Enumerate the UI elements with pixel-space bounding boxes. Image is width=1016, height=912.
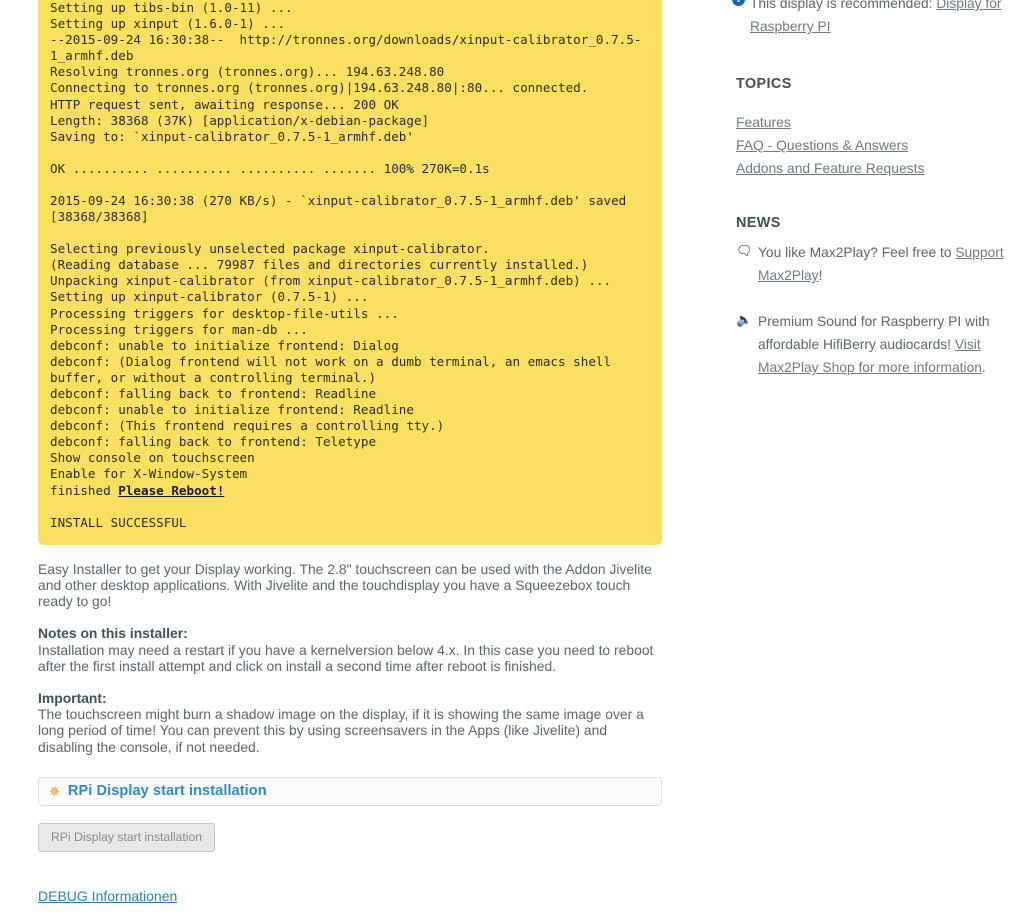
console-line: debconf: unable to initialize frontend: … [50,402,414,418]
news-text-after: ! [818,268,823,283]
topics-heading: TOPICS [736,76,792,92]
console-output: Setting up tibs-bin (1.0-11) ... Setting … [50,0,650,531]
console-line: Enable for X-Window-System [50,466,248,482]
console-line: OK .......... .......... .......... ....… [50,160,490,176]
news-item: 🔈 Premium Sound for Raspberry PI with aff… [736,310,1004,379]
console-line: Connecting to tronnes.org (tronnes.org)|… [50,80,589,96]
right-sidebar: iThis display is recommended: Display fo… [732,0,1004,379]
important-paragraph: The touchscreen might burn a shadow imag… [38,706,644,755]
console-line: debconf: (Dialog frontend will not work … [50,353,619,385]
debug-information-link[interactable]: DEBUG Informationen [38,888,177,904]
topics-list: Features FAQ - Questions & Answers Addon… [736,111,1004,180]
topic-link-faq[interactable]: FAQ - Questions & Answers [736,134,1004,157]
gear-icon: ✵ [49,783,60,799]
console-line: Setting up tibs-bin (1.0-11) ... [50,0,293,15]
console-line: Resolving tronnes.org (tronnes.org)... 1… [50,64,445,80]
news-item: 🗨 You like Max2Play? Feel free to Support… [736,241,1004,287]
display-recommendation-note: iThis display is recommended: Display fo… [732,0,1004,38]
recommendation-text: This display is recommended: [750,0,937,11]
start-installation-button[interactable]: RPi Display start installation [38,822,216,852]
console-line: finished Please Reboot! [50,483,650,499]
topic-link-features[interactable]: Features [736,111,1004,134]
news-text: You like Max2Play? Feel free to [758,245,956,260]
console-line: Show console on touchscreen [50,450,255,466]
console-line: Setting up xinput-calibrator (0.7.5-1) .… [50,289,369,305]
console-line: Processing triggers for man-db ... [50,321,308,337]
console-line: HTTP request sent, awaiting response... … [50,96,399,112]
info-icon: i [732,0,745,6]
main-content-column: Setting up tibs-bin (1.0-11) ... Setting … [38,0,662,912]
topic-link-addons[interactable]: Addons and Feature Requests [736,157,1004,180]
notes-paragraph: Installation may need a restart if you h… [38,641,654,674]
install-panel-header[interactable]: ✵ RPi Display start installation [38,776,662,806]
console-line: Selecting previously unselected package … [50,241,490,257]
console-line-text: finished [50,482,119,498]
console-line: Processing triggers for desktop-file-uti… [50,305,399,321]
console-line: Unpacking xinput-calibrator (from xinput… [50,273,612,289]
speaker-icon: 🔈 [736,312,753,327]
console-line: debconf: unable to initialize frontend: … [50,337,399,353]
important-heading: Important: [38,689,107,706]
page-root: Setting up tibs-bin (1.0-11) ... Setting … [0,0,1016,912]
console-line: Length: 38368 (37K) [application/x-debia… [50,112,430,128]
console-line: 2015-09-24 16:30:38 (270 KB/s) - `xinput… [50,192,634,225]
console-line: Setting up xinput (1.6.0-1) ... [50,16,286,32]
console-line: debconf: falling back to frontend: Telet… [50,434,377,450]
intro-paragraph: Easy Installer to get your Display worki… [38,560,652,610]
news-heading: NEWS [736,215,781,231]
install-log-console: Setting up tibs-bin (1.0-11) ... Setting … [38,0,662,545]
please-reboot-link[interactable]: Please Reboot! [118,483,224,498]
console-line: --2015-09-24 16:30:38-- http://tronnes.o… [50,32,642,64]
console-line: debconf: falling back to frontend: Readl… [50,385,377,401]
console-line: Saving to: `xinput-calibrator_0.7.5-1_ar… [50,128,414,144]
console-line: (Reading database ... 79987 files and di… [50,257,589,273]
speech-bubble-icon: 🗨 [736,243,753,258]
console-line: INSTALL SUCCESSFUL [50,514,187,530]
news-text-after: . [981,360,986,375]
notes-heading: Notes on this installer: [38,625,188,642]
console-line: debconf: (This frontend requires a contr… [50,418,445,434]
install-panel-title: RPi Display start installation [67,783,267,800]
